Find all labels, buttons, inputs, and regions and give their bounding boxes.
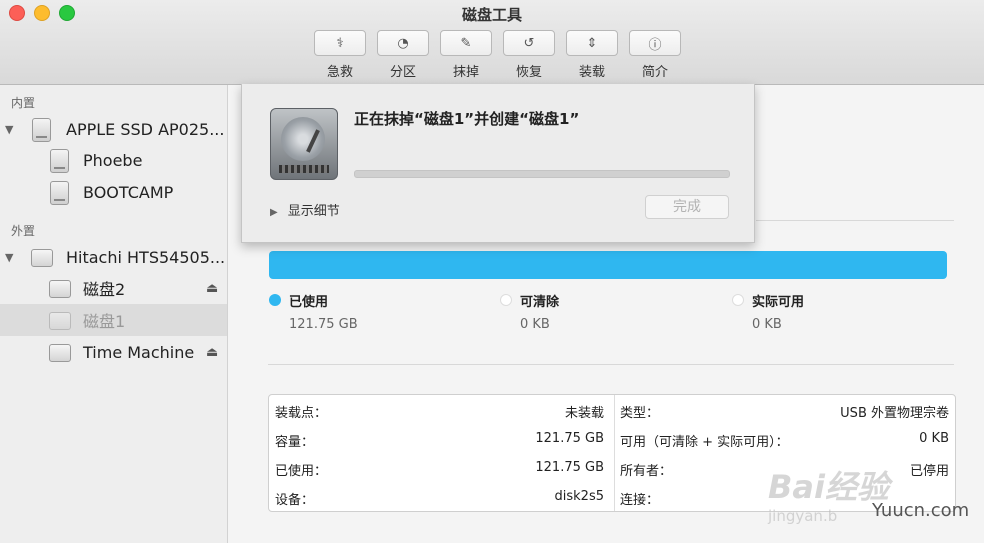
disclosure-triangle-icon[interactable]: ▼ <box>5 123 13 136</box>
legend-value: 0 KB <box>520 317 550 332</box>
info-value: disk2s5 <box>554 489 604 504</box>
sheet-title: 正在抹掉“磁盘1”并创建“磁盘1” <box>354 110 580 128</box>
show-details-toggle[interactable]: ▶ 显示细节 <box>270 200 340 219</box>
free-dot-icon <box>732 294 744 306</box>
title-bar: 磁盘工具 ⚕ 急救 ◔ 分区 ✎ 抹掉 ↺ 恢复 ⇕ 装载 ⓘ 简介 <box>0 0 984 85</box>
eject-icon[interactable]: ⏏ <box>206 345 218 360</box>
usage-bar <box>269 251 947 279</box>
divider <box>268 364 954 365</box>
sidebar: 内置 ▼ APPLE SSD AP025... Phoebe BOOTCAMP … <box>0 85 228 543</box>
watermark-url: jingyan.b <box>768 507 838 525</box>
sidebar-item-label: 磁盘2 <box>83 280 126 299</box>
sidebar-item-label: 磁盘1 <box>83 312 126 331</box>
volume-icon <box>49 280 71 298</box>
info-label: 设备： <box>275 493 315 508</box>
sidebar-item-bootcamp[interactable]: BOOTCAMP <box>0 176 227 208</box>
volume-icon <box>50 149 69 173</box>
erase-progress-sheet: 正在抹掉“磁盘1”并创建“磁盘1” ▶ 显示细节 完成 <box>241 84 755 243</box>
toolbar-mount[interactable]: ⇕ 装载 <box>566 30 618 80</box>
sidebar-item-label: BOOTCAMP <box>83 182 174 202</box>
section-internal: 内置 <box>11 96 36 110</box>
info-label: 容量： <box>275 435 315 450</box>
info-label: 连接： <box>620 493 660 508</box>
volume-icon <box>49 312 71 330</box>
info-label: 所有者： <box>620 464 673 479</box>
sidebar-item-label: Time Machine <box>83 342 195 362</box>
info-value: 121.75 GB <box>535 460 604 475</box>
done-button[interactable]: 完成 <box>645 195 729 219</box>
watermark: Bai经验 jingyan.b Yuucn.com <box>768 462 978 532</box>
toolbar-first-aid[interactable]: ⚕ 急救 <box>314 30 366 80</box>
toolbar-info-label: 简介 <box>641 65 668 80</box>
progress-bar <box>354 170 730 178</box>
window-title: 磁盘工具 <box>461 6 522 24</box>
info-value: 121.75 GB <box>535 431 604 446</box>
internal-disk-icon <box>32 118 51 142</box>
disclosure-triangle-icon[interactable]: ▼ <box>5 251 13 264</box>
sidebar-item-time-machine[interactable]: Time Machine ⏏ <box>0 336 227 368</box>
watermark-site: Yuucn.com <box>872 500 970 521</box>
sidebar-item-disk1[interactable]: 磁盘1 <box>0 304 227 336</box>
sidebar-item-label: APPLE SSD AP025... <box>66 119 225 139</box>
toolbar-erase-label: 抹掉 <box>452 65 479 80</box>
legend-name: 实际可用 <box>752 295 805 310</box>
hard-drive-icon <box>270 108 338 180</box>
erase-icon[interactable]: ✎ <box>440 30 492 56</box>
info-icon[interactable]: ⓘ <box>629 30 681 56</box>
sidebar-item-label: Phoebe <box>83 150 143 170</box>
toolbar-restore[interactable]: ↺ 恢复 <box>503 30 555 80</box>
eject-icon[interactable]: ⏏ <box>206 281 218 296</box>
legend-value: 0 KB <box>752 317 782 332</box>
divider <box>756 220 954 221</box>
legend-value: 121.75 GB <box>289 317 358 332</box>
legend-name: 可清除 <box>520 295 560 310</box>
mount-icon[interactable]: ⇕ <box>566 30 618 56</box>
toolbar-restore-label: 恢复 <box>515 65 542 80</box>
partition-icon[interactable]: ◔ <box>377 30 429 56</box>
sidebar-item-external-disk[interactable]: ▼ Hitachi HTS54505... <box>0 241 227 273</box>
toolbar-mount-label: 装载 <box>578 65 605 80</box>
table-divider <box>614 395 615 511</box>
volume-icon <box>49 344 71 362</box>
sidebar-item-phoebe[interactable]: Phoebe <box>0 144 227 176</box>
external-disk-icon <box>31 249 53 267</box>
info-value: USB 外置物理宗卷 <box>840 406 949 421</box>
sidebar-item-internal-disk[interactable]: ▼ APPLE SSD AP025... <box>0 113 227 145</box>
purgeable-dot-icon <box>500 294 512 306</box>
toolbar-erase[interactable]: ✎ 抹掉 <box>440 30 492 80</box>
info-label: 装载点： <box>275 406 328 421</box>
toolbar-info[interactable]: ⓘ 简介 <box>629 30 681 80</box>
toolbar-partition-label: 分区 <box>389 65 416 80</box>
info-value: 0 KB <box>919 431 949 446</box>
watermark-logo-text: Bai经验 <box>768 468 889 506</box>
used-dot-icon <box>269 294 281 306</box>
sidebar-item-label: Hitachi HTS54505... <box>66 247 226 267</box>
toolbar-partition[interactable]: ◔ 分区 <box>377 30 429 80</box>
section-external: 外置 <box>11 224 36 238</box>
sidebar-item-disk2[interactable]: 磁盘2 ⏏ <box>0 272 227 304</box>
info-label: 可用（可清除 + 实际可用）： <box>620 435 789 450</box>
disclosure-triangle-icon[interactable]: ▶ <box>270 207 278 218</box>
show-details-label: 显示细节 <box>287 204 340 219</box>
volume-icon <box>50 181 69 205</box>
info-label: 类型： <box>620 406 660 421</box>
info-value: 未装载 <box>564 406 604 421</box>
toolbar-first-aid-label: 急救 <box>326 65 353 80</box>
info-label: 已使用： <box>275 464 328 479</box>
restore-icon[interactable]: ↺ <box>503 30 555 56</box>
legend-name: 已使用 <box>289 295 329 310</box>
first-aid-icon[interactable]: ⚕ <box>314 30 366 56</box>
